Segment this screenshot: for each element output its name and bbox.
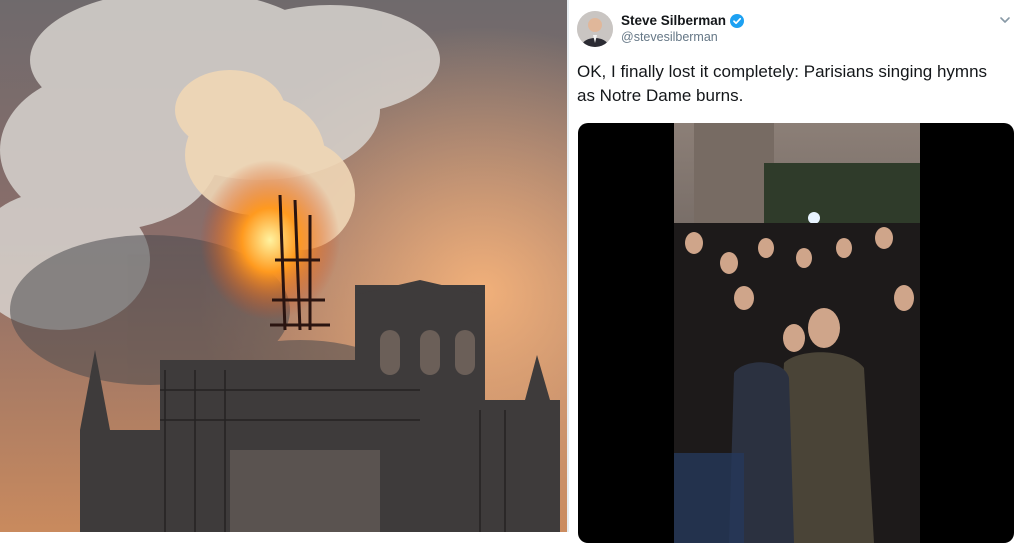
verified-badge-icon (730, 13, 745, 28)
avatar[interactable] (577, 11, 613, 47)
tweet-text: OK, I finally lost it completely: Parisi… (577, 62, 988, 105)
tweet-card: Steve Silberman @stevesilberman OK, I fi… (569, 0, 1024, 543)
user-handle[interactable]: @stevesilberman (621, 30, 744, 44)
display-name[interactable]: Steve Silberman (621, 13, 726, 28)
tweet-author: Steve Silberman @stevesilberman (621, 13, 745, 44)
chevron-down-icon[interactable] (998, 13, 1012, 27)
notre-dame-fire-photo (0, 0, 567, 532)
author-name-row: Steve Silberman (621, 13, 745, 28)
tweet-video[interactable] (578, 123, 1014, 543)
